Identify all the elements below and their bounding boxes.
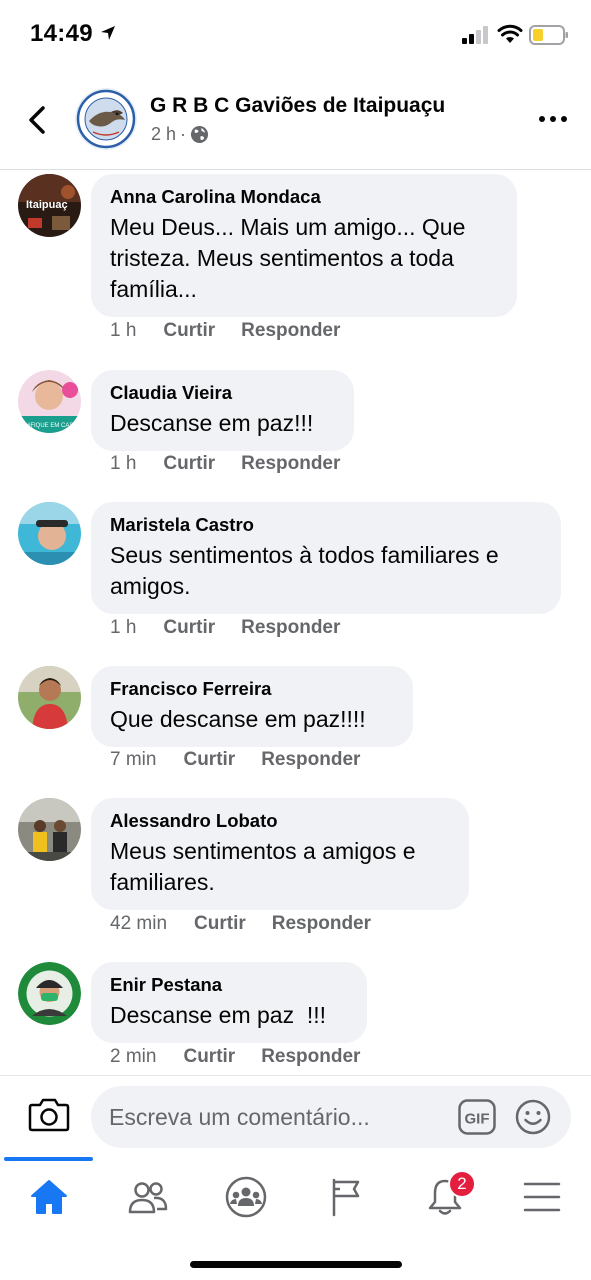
- comment-actions: 2 min Curtir Responder: [110, 1046, 360, 1068]
- comment-actions: 1 h Curtir Responder: [110, 617, 340, 639]
- camera-icon: [28, 1098, 70, 1132]
- comment-text: Descanse em paz !!!: [110, 1002, 327, 1028]
- tab-home[interactable]: [9, 1165, 89, 1229]
- more-options-button[interactable]: [536, 108, 570, 130]
- comment-time[interactable]: 1 h: [110, 453, 136, 475]
- chevron-left-icon: [29, 106, 45, 134]
- comment-author[interactable]: Claudia Vieira: [110, 382, 334, 404]
- comment-actions: 1 h Curtir Responder: [110, 453, 340, 475]
- comment-time[interactable]: 42 min: [110, 913, 167, 935]
- comment-author[interactable]: Alessandro Lobato: [110, 810, 449, 832]
- comment-input[interactable]: [109, 1086, 449, 1148]
- comment-text: Meu Deus... Mais um amigo... Que tristez…: [110, 214, 466, 302]
- comment-bubble[interactable]: Francisco Ferreira Que descanse em paz!!…: [91, 666, 413, 747]
- like-button[interactable]: Curtir: [194, 913, 246, 935]
- like-button[interactable]: Curtir: [183, 749, 235, 771]
- svg-text:Itaipuaç: Itaipuaç: [26, 199, 68, 211]
- wifi-icon: [497, 24, 523, 49]
- comment-text: Descanse em paz!!!: [110, 410, 314, 436]
- comment-time[interactable]: 1 h: [110, 617, 136, 639]
- signal-icon: [462, 26, 490, 49]
- comment-field: GIF: [91, 1086, 571, 1148]
- comment-bubble[interactable]: Claudia Vieira Descanse em paz!!!: [91, 370, 354, 451]
- comment-time[interactable]: 7 min: [110, 749, 156, 771]
- avatar[interactable]: [18, 798, 81, 861]
- reply-button[interactable]: Responder: [241, 453, 340, 475]
- comment-bubble[interactable]: Enir Pestana Descanse em paz !!!: [91, 962, 367, 1043]
- pages-flag-icon: [332, 1178, 360, 1217]
- globe-icon: [190, 125, 209, 144]
- svg-text:#FIQUE EM CASA: #FIQUE EM CASA: [27, 423, 77, 429]
- post-time[interactable]: 2 h: [151, 124, 176, 145]
- comment-author[interactable]: Maristela Castro: [110, 514, 541, 536]
- like-button[interactable]: Curtir: [183, 1046, 235, 1068]
- reply-button[interactable]: Responder: [272, 913, 371, 935]
- comment-author[interactable]: Francisco Ferreira: [110, 678, 393, 700]
- like-button[interactable]: Curtir: [163, 320, 215, 342]
- camera-button[interactable]: [28, 1096, 70, 1137]
- comment-time[interactable]: 2 min: [110, 1046, 156, 1068]
- group-avatar[interactable]: [75, 88, 137, 150]
- avatar[interactable]: [18, 666, 81, 729]
- avatar[interactable]: Itaipuaç: [18, 174, 81, 237]
- friends-icon: [128, 1182, 168, 1214]
- reply-button[interactable]: Responder: [261, 749, 360, 771]
- comment-text: Que descanse em paz!!!!: [110, 706, 366, 732]
- post-meta: 2 h ·: [151, 124, 209, 145]
- gif-button[interactable]: GIF: [458, 1099, 496, 1140]
- tab-notifications[interactable]: 2: [405, 1165, 485, 1229]
- more-dots-icon: [539, 116, 567, 122]
- emoji-button[interactable]: [515, 1099, 551, 1140]
- comment-actions: 1 h Curtir Responder: [110, 320, 340, 342]
- avatar[interactable]: [18, 962, 81, 1025]
- avatar[interactable]: [18, 502, 81, 565]
- groups-icon: [225, 1176, 267, 1218]
- emoji-smile-icon: [515, 1099, 551, 1135]
- reply-button[interactable]: Responder: [241, 617, 340, 639]
- comment-author[interactable]: Anna Carolina Mondaca: [110, 186, 497, 208]
- battery-icon: [529, 25, 569, 50]
- location-arrow-icon: [100, 25, 116, 46]
- comment-bubble[interactable]: Anna Carolina Mondaca Meu Deus... Mais u…: [91, 174, 517, 317]
- gif-icon: GIF: [458, 1099, 496, 1135]
- comment-text: Meus sentimentos a amigos e familiares.: [110, 838, 416, 895]
- tab-pages[interactable]: [306, 1165, 386, 1229]
- home-indicator[interactable]: [190, 1261, 402, 1268]
- group-title[interactable]: G R B C Gaviões de Itaipuaçu: [150, 94, 445, 118]
- post-header: G R B C Gaviões de Itaipuaçu 2 h ·: [0, 72, 591, 170]
- tab-menu[interactable]: [502, 1165, 582, 1229]
- gif-label: GIF: [465, 1111, 490, 1128]
- status-bar: 14:49: [0, 0, 591, 72]
- active-tab-indicator: [4, 1157, 93, 1161]
- menu-icon: [523, 1182, 561, 1212]
- comment-bubble[interactable]: Maristela Castro Seus sentimentos à todo…: [91, 502, 561, 614]
- notification-badge: 2: [448, 1170, 476, 1198]
- back-button[interactable]: [22, 102, 52, 138]
- comment-actions: 42 min Curtir Responder: [110, 913, 371, 935]
- reply-button[interactable]: Responder: [241, 320, 340, 342]
- comment-author[interactable]: Enir Pestana: [110, 974, 347, 996]
- like-button[interactable]: Curtir: [163, 617, 215, 639]
- like-button[interactable]: Curtir: [163, 453, 215, 475]
- tab-bar: 2: [0, 1157, 591, 1237]
- comment-composer: GIF: [0, 1075, 591, 1157]
- home-icon: [31, 1180, 67, 1214]
- comment-time[interactable]: 1 h: [110, 320, 136, 342]
- comment-text: Seus sentimentos à todos familiares e am…: [110, 542, 499, 599]
- comment-bubble[interactable]: Alessandro Lobato Meus sentimentos a ami…: [91, 798, 469, 910]
- meta-separator: ·: [180, 124, 187, 144]
- tab-groups[interactable]: [206, 1165, 286, 1229]
- tab-friends[interactable]: [108, 1165, 188, 1229]
- reply-button[interactable]: Responder: [261, 1046, 360, 1068]
- comment-actions: 7 min Curtir Responder: [110, 749, 360, 771]
- status-time: 14:49: [30, 20, 93, 47]
- avatar[interactable]: #FIQUE EM CASA: [18, 370, 81, 433]
